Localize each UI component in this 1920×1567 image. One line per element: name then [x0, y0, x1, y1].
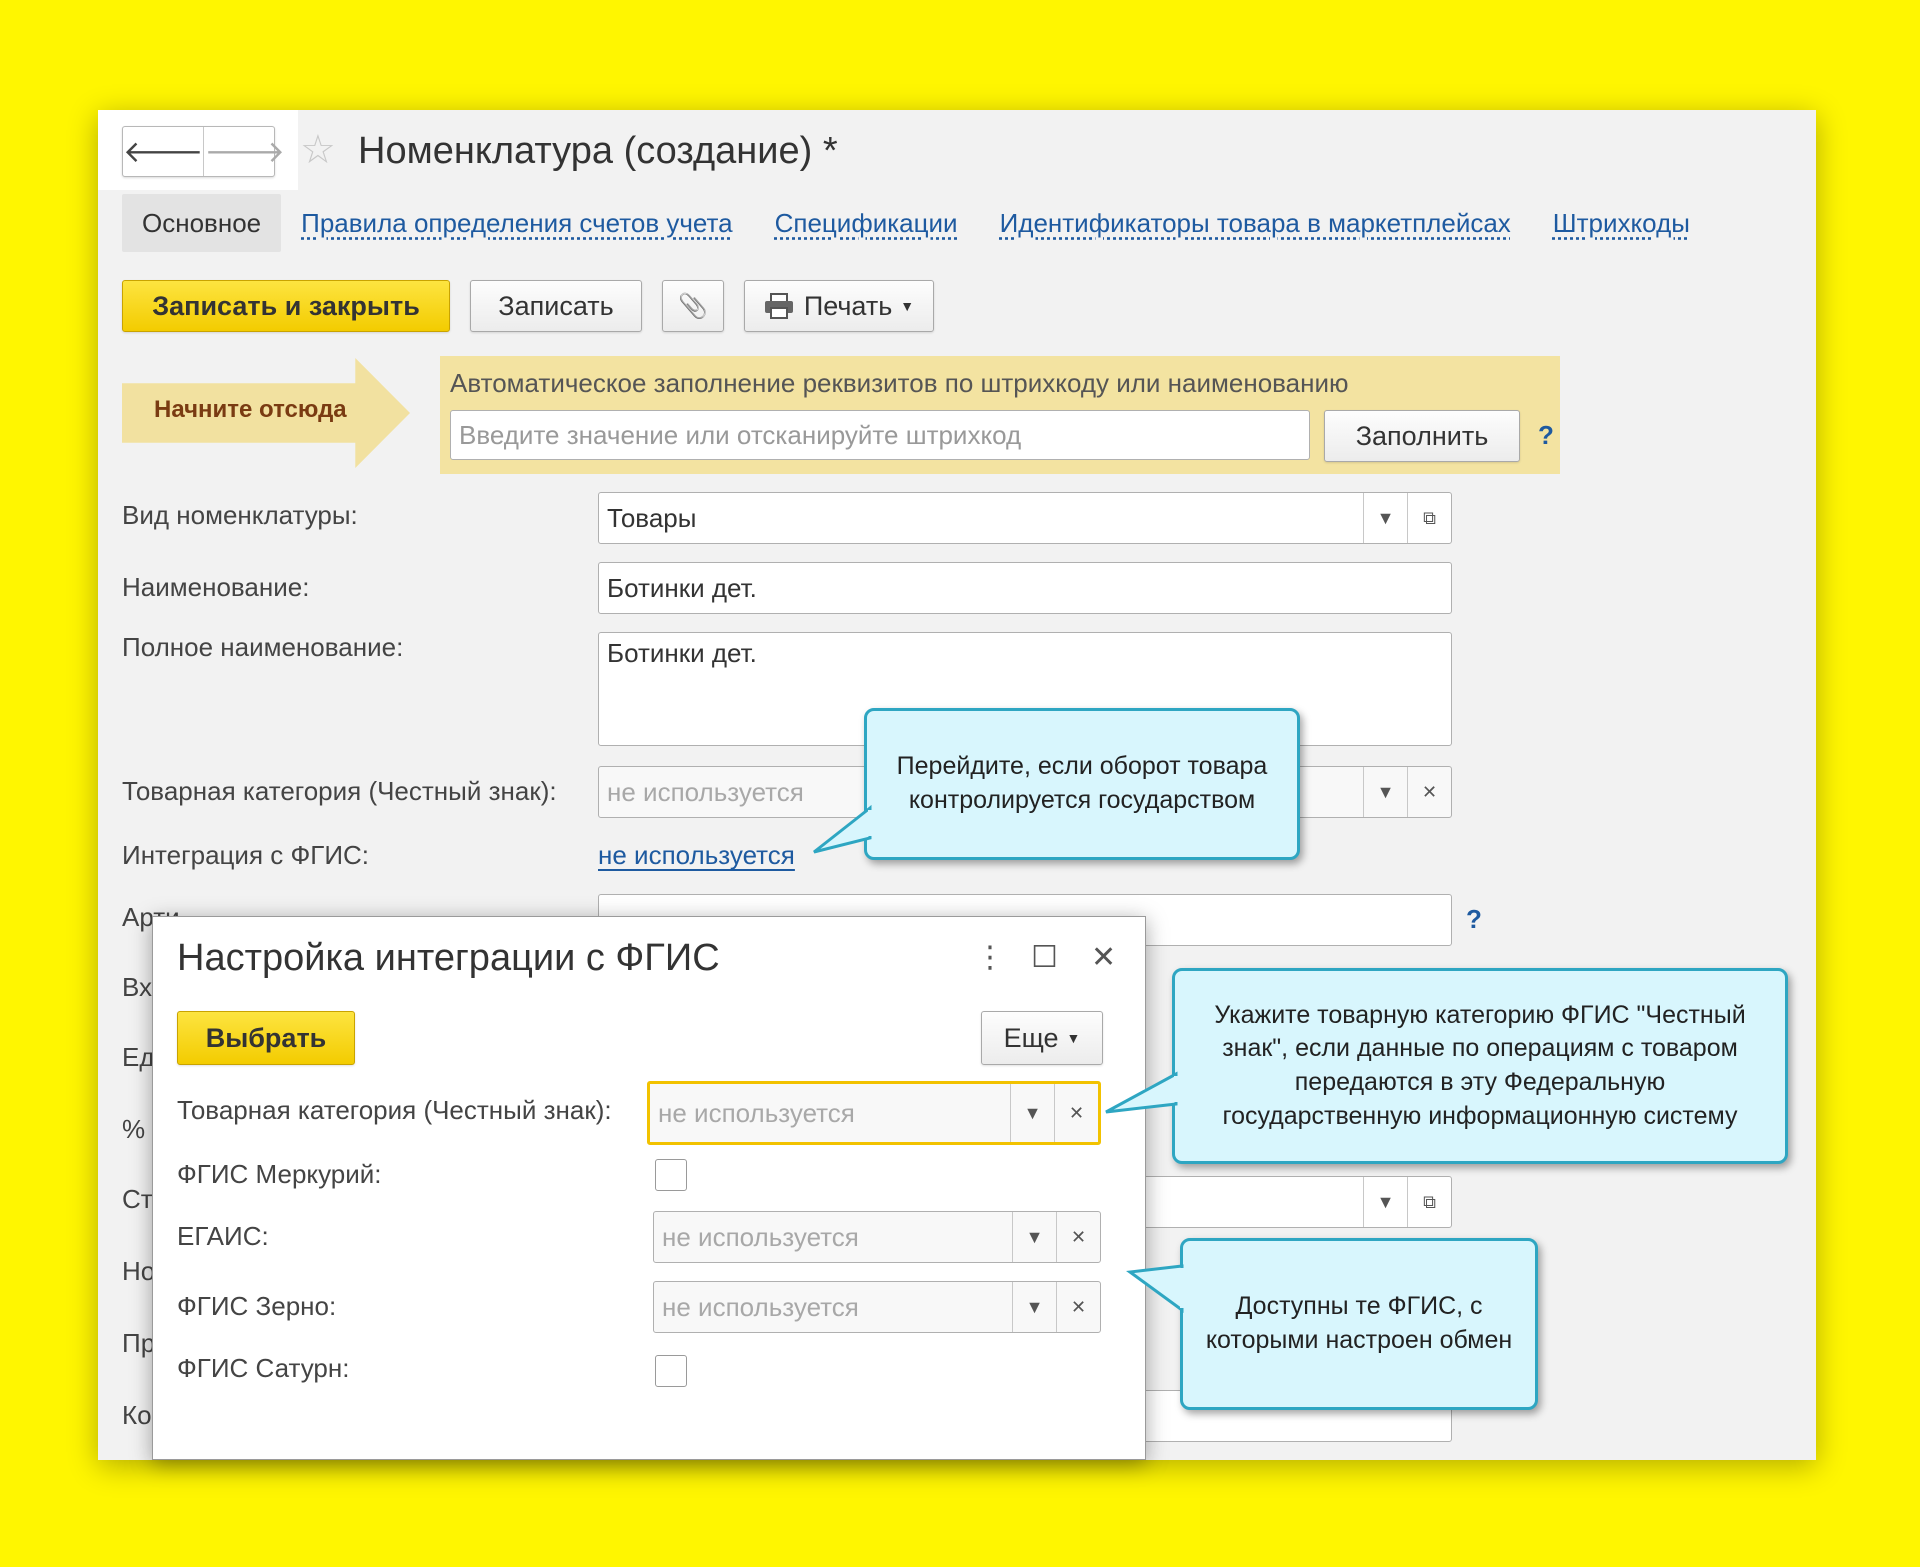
- chevron-down-icon[interactable]: ▼: [1012, 1212, 1056, 1262]
- select-button[interactable]: Выбрать: [177, 1011, 355, 1065]
- kind-field[interactable]: Товары ▼ ⧉: [598, 492, 1452, 544]
- egais-label: ЕГАИС:: [177, 1221, 269, 1251]
- partial-label: Пр: [122, 1328, 156, 1358]
- callout-text: Доступны те ФГИС, с которыми настроен об…: [1205, 1292, 1513, 1354]
- chevron-down-icon: ▼: [900, 298, 915, 314]
- category-value: не используется: [607, 777, 804, 807]
- callout-fgis-hint: Перейдите, если оборот товара контролиру…: [864, 708, 1300, 860]
- paperclip-icon: 📎: [678, 292, 708, 320]
- chevron-down-icon[interactable]: ▼: [1010, 1084, 1054, 1142]
- honest-sign-value: не используется: [658, 1098, 855, 1128]
- mercury-checkbox[interactable]: [655, 1159, 687, 1191]
- dialog-title: Настройка интеграции с ФГИС: [177, 937, 720, 979]
- fgis-settings-dialog: Настройка интеграции с ФГИС ⋮ ☐ ✕ Выбрат…: [152, 916, 1146, 1460]
- printer-icon: [764, 293, 793, 319]
- print-label: Печать: [803, 290, 893, 321]
- print-button[interactable]: Печать ▼: [744, 280, 934, 332]
- callout-honest-sign-hint: Укажите товарную категорию ФГИС "Честный…: [1172, 968, 1788, 1164]
- grain-value: не используется: [662, 1292, 859, 1322]
- kind-value: Товары: [607, 503, 697, 533]
- maximize-icon[interactable]: ☐: [1031, 943, 1058, 973]
- callout-pointer: [813, 804, 878, 854]
- partial-label: Но: [122, 1256, 156, 1286]
- tab-barcodes[interactable]: Штрихкоды: [1553, 208, 1690, 239]
- callout-text: Укажите товарную категорию ФГИС "Честный…: [1214, 1000, 1746, 1130]
- chevron-down-icon[interactable]: ▼: [1363, 1177, 1407, 1227]
- tab-main[interactable]: Основное: [122, 194, 282, 252]
- clear-icon[interactable]: ✕: [1054, 1084, 1098, 1142]
- egais-field[interactable]: не используется ▼ ✕: [653, 1211, 1101, 1263]
- autofill-help-icon[interactable]: ?: [1538, 420, 1554, 451]
- autofill-panel: Автоматическое заполнение реквизитов по …: [440, 356, 1560, 474]
- callout-text: Перейдите, если оборот товара контролиру…: [896, 752, 1268, 814]
- clear-icon[interactable]: ✕: [1056, 1282, 1100, 1332]
- partial-label: Ст: [122, 1184, 153, 1214]
- callout-pointer: [1105, 1071, 1184, 1114]
- clear-icon[interactable]: ✕: [1407, 767, 1451, 817]
- chevron-down-icon[interactable]: ▼: [1363, 767, 1407, 817]
- fgis-link[interactable]: не используется: [598, 840, 795, 871]
- category-label: Товарная категория (Честный знак):: [122, 776, 557, 806]
- chevron-down-icon[interactable]: ▼: [1012, 1282, 1056, 1332]
- forward-arrow-icon[interactable]: 🡒: [204, 127, 284, 176]
- name-label: Наименование:: [122, 572, 310, 602]
- tab-bar: Основное Правила определения счетов учет…: [122, 194, 1690, 252]
- start-here-label: Начните отсюда: [154, 396, 347, 423]
- article-help-icon[interactable]: ?: [1466, 904, 1482, 935]
- partial-label: Ко: [122, 1400, 152, 1430]
- tab-marketplace-ids[interactable]: Идентификаторы товара в маркетплейсах: [1000, 208, 1511, 239]
- callout-available-fgis: Доступны те ФГИС, с которыми настроен об…: [1180, 1238, 1538, 1410]
- kind-label: Вид номенклатуры:: [122, 500, 358, 530]
- chevron-down-icon: ▼: [1066, 1030, 1081, 1046]
- back-arrow-icon[interactable]: 🡐: [123, 127, 205, 176]
- fgis-label: Интеграция с ФГИС:: [122, 840, 369, 870]
- clear-icon[interactable]: ✕: [1056, 1212, 1100, 1262]
- name-field[interactable]: Ботинки дет.: [598, 562, 1452, 614]
- mercury-label: ФГИС Меркурий:: [177, 1159, 382, 1189]
- close-icon[interactable]: ✕: [1091, 943, 1116, 973]
- saturn-label: ФГИС Сатурн:: [177, 1353, 350, 1383]
- fullname-label: Полное наименование:: [122, 632, 404, 662]
- more-label: Еще: [1003, 1022, 1059, 1053]
- barcode-input[interactable]: Введите значение или отсканируйте штрихк…: [450, 410, 1310, 460]
- more-button[interactable]: Еще ▼: [981, 1011, 1103, 1065]
- partial-label: %: [122, 1114, 146, 1144]
- more-actions-icon[interactable]: ⋮: [975, 943, 1005, 973]
- fill-button[interactable]: Заполнить: [1324, 410, 1520, 462]
- attach-button[interactable]: 📎: [662, 280, 724, 332]
- honest-sign-label: Товарная категория (Честный знак):: [177, 1095, 612, 1125]
- navigation-buttons: 🡐 🡒: [122, 126, 285, 177]
- honest-sign-field[interactable]: не используется ▼ ✕: [647, 1081, 1101, 1145]
- save-and-close-button[interactable]: Записать и закрыть: [122, 280, 450, 332]
- background-field[interactable]: ▼ ⧉: [1098, 1176, 1452, 1228]
- partial-label: Вх: [122, 972, 153, 1002]
- tab-specifications[interactable]: Спецификации: [775, 208, 958, 239]
- callout-pointer: [1126, 1264, 1190, 1313]
- egais-value: не используется: [662, 1222, 859, 1252]
- saturn-checkbox[interactable]: [655, 1355, 687, 1387]
- save-button[interactable]: Записать: [470, 280, 642, 332]
- page-title: Номенклатура (создание) *: [358, 130, 838, 172]
- open-icon[interactable]: ⧉: [1407, 1177, 1451, 1227]
- favorite-star-icon[interactable]: ☆: [300, 130, 336, 170]
- open-icon[interactable]: ⧉: [1407, 493, 1451, 543]
- grain-label: ФГИС Зерно:: [177, 1291, 337, 1321]
- partial-label: Ед: [122, 1042, 155, 1072]
- chevron-down-icon[interactable]: ▼: [1363, 493, 1407, 543]
- grain-field[interactable]: не используется ▼ ✕: [653, 1281, 1101, 1333]
- tab-account-rules[interactable]: Правила определения счетов учета: [301, 208, 732, 239]
- autofill-label: Автоматическое заполнение реквизитов по …: [450, 368, 1349, 398]
